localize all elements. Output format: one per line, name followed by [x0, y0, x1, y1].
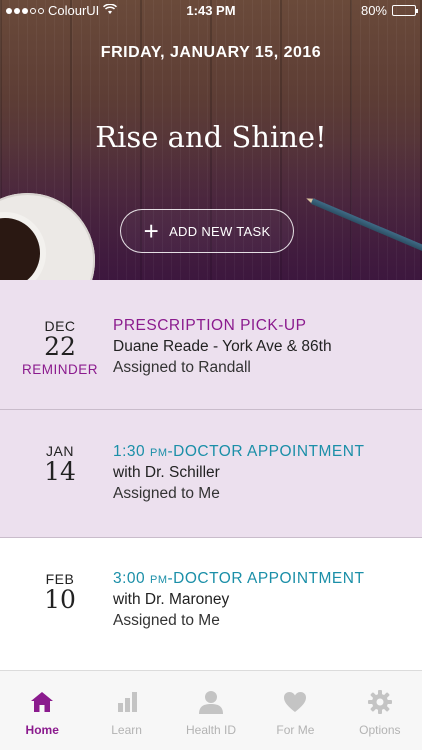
tab-label: Learn [111, 723, 142, 737]
task-title: 3:00 PM-DOCTOR APPOINTMENT [113, 570, 364, 588]
task-info: 1:30 PM-DOCTOR APPOINTMENT with Dr. Schi… [113, 443, 364, 503]
gear-icon [367, 690, 392, 714]
task-time: 1:30 [113, 443, 146, 460]
task-item[interactable]: JAN 14 1:30 PM-DOCTOR APPOINTMENT with D… [0, 410, 422, 538]
tab-label: For Me [276, 723, 315, 737]
tab-bar: Home Learn Health ID For Me Options [0, 670, 422, 750]
task-assignee: Assigned to Randall [113, 359, 251, 376]
battery-percent: 80% [360, 3, 387, 18]
home-icon [31, 692, 54, 712]
task-title-text: -DOCTOR APPOINTMENT [167, 570, 365, 587]
heart-icon [284, 692, 307, 712]
task-day: 22 [44, 332, 76, 361]
task-subtitle: with Dr. Maroney [113, 591, 230, 608]
task-day: 14 [44, 457, 76, 486]
status-bar: ColourUI 1:43 PM 80% [0, 0, 422, 22]
task-assignee: Assigned to Me [113, 612, 220, 629]
add-new-task-button[interactable]: + ADD NEW TASK [120, 209, 294, 253]
task-date: DEC 22 REMINDER [0, 318, 120, 377]
task-time: 3:00 [113, 570, 146, 587]
task-ampm: PM [149, 447, 168, 459]
task-day: 10 [44, 585, 76, 614]
task-subtitle: with Dr. Schiller [113, 464, 220, 481]
tab-label: Home [25, 723, 59, 737]
tab-home[interactable]: Home [0, 671, 84, 750]
status-time: 1:43 PM [186, 3, 236, 18]
hero-greeting: Rise and Shine! [95, 120, 327, 154]
plus-icon: + [143, 216, 160, 246]
task-title-text: -DOCTOR APPOINTMENT [167, 443, 365, 460]
task-tag: REMINDER [21, 362, 98, 377]
tab-options[interactable]: Options [338, 671, 422, 750]
task-item[interactable]: FEB 10 3:00 PM-DOCTOR APPOINTMENT with D… [0, 538, 422, 670]
tab-learn[interactable]: Learn [84, 671, 168, 750]
battery-icon [392, 5, 418, 16]
task-date: FEB 10 [0, 571, 120, 613]
hero-header: ColourUI 1:43 PM 80% FRIDAY, JANUARY 15,… [0, 0, 422, 280]
task-ampm: PM [149, 574, 168, 586]
task-subtitle: Duane Reade - York Ave & 86th [113, 338, 332, 355]
add-new-task-label: ADD NEW TASK [169, 223, 271, 239]
task-assignee: Assigned to Me [113, 485, 220, 502]
tab-label: Options [359, 723, 401, 737]
tab-for-me[interactable]: For Me [253, 671, 337, 750]
task-date: JAN 14 [0, 443, 120, 485]
task-item[interactable]: DEC 22 REMINDER PRESCRIPTION PICK-UP Dua… [0, 280, 422, 410]
tab-health-id[interactable]: Health ID [169, 671, 253, 750]
task-info: 3:00 PM-DOCTOR APPOINTMENT with Dr. Maro… [113, 570, 364, 630]
person-icon [199, 691, 224, 714]
bar-chart-icon [117, 692, 137, 712]
tab-label: Health ID [186, 723, 237, 737]
task-title: 1:30 PM-DOCTOR APPOINTMENT [113, 443, 364, 461]
status-right: 80% [360, 3, 418, 18]
task-title: PRESCRIPTION PICK-UP [113, 317, 307, 334]
hero-date: FRIDAY, JANUARY 15, 2016 [100, 44, 322, 61]
task-info: PRESCRIPTION PICK-UP Duane Reade - York … [113, 317, 332, 377]
